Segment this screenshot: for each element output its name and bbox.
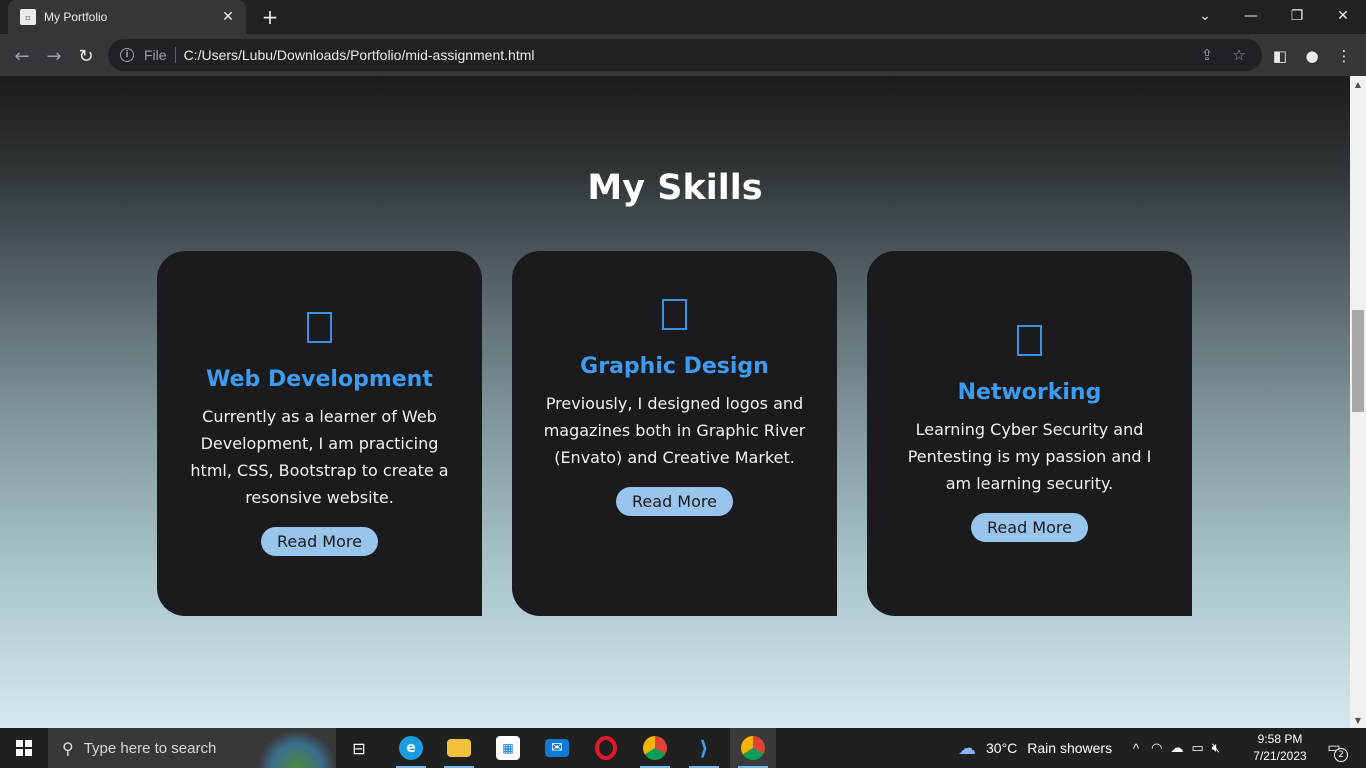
vscode-icon[interactable]: ⟩ <box>681 728 727 768</box>
forward-icon[interactable]: → <box>40 42 68 70</box>
tab-title: My Portfolio <box>44 10 108 24</box>
site-info-icon[interactable]: i <box>120 48 134 62</box>
tab-search-icon[interactable]: ⌄ <box>1182 0 1228 32</box>
notification-center-icon[interactable]: ▭ 2 <box>1322 737 1348 762</box>
edge-icon[interactable]: e <box>388 728 434 768</box>
search-highlight-image <box>258 730 336 768</box>
reload-icon[interactable]: ↻ <box>72 42 100 70</box>
browser-toolbar: ← → ↻ i File C:/Users/Lubu/Downloads/Por… <box>0 34 1366 76</box>
minimize-icon[interactable]: — <box>1228 0 1274 32</box>
taskbar-search-box[interactable]: ⚲ Type here to search <box>48 728 336 768</box>
search-placeholder: Type here to search <box>83 739 217 757</box>
share-icon[interactable]: ⇪ <box>1198 46 1216 64</box>
chrome-icon[interactable] <box>730 728 776 768</box>
chrome-profile-icon[interactable] <box>632 728 678 768</box>
wifi-icon[interactable]: ◠ <box>1151 740 1162 756</box>
skill-card-networking: Networking Learning Cyber Security and P… <box>867 251 1192 616</box>
tab-strip: ▫ My Portfolio ✕ + ⌄ — ❐ ✕ <box>0 0 1366 34</box>
profile-icon[interactable]: ● <box>1302 46 1322 66</box>
restore-icon[interactable]: ❐ <box>1274 0 1320 32</box>
scroll-up-icon[interactable]: ▲ <box>1350 76 1366 92</box>
battery-icon[interactable]: ▭ <box>1191 740 1203 756</box>
scroll-down-icon[interactable]: ▼ <box>1350 712 1366 728</box>
page-favicon-icon: ▫ <box>20 9 36 25</box>
page-scrollbar[interactable]: ▲ ▼ <box>1350 76 1366 728</box>
url-text[interactable]: C:/Users/Lubu/Downloads/Portfolio/mid-as… <box>184 47 535 63</box>
onedrive-icon[interactable]: ☁ <box>1170 740 1183 756</box>
url-separator <box>174 47 176 63</box>
side-panel-icon[interactable]: ◧ <box>1270 46 1290 66</box>
notification-count-badge: 2 <box>1334 748 1348 762</box>
skill-card-text: Learning Cyber Security and Pentesting i… <box>907 420 1152 493</box>
weather-cloud-icon: ☁ <box>958 737 976 758</box>
microsoft-store-icon[interactable]: ▦ <box>485 728 531 768</box>
missing-glyph-icon <box>1017 325 1042 356</box>
skill-card-text: Currently as a learner of Web Developmen… <box>190 406 449 507</box>
volume-muted-icon[interactable]: 🔇︎ <box>1212 740 1220 756</box>
address-bar[interactable]: i File C:/Users/Lubu/Downloads/Portfolio… <box>108 39 1262 71</box>
skill-card-title: Web Development <box>206 366 433 392</box>
bookmark-star-icon[interactable]: ☆ <box>1230 46 1248 64</box>
file-explorer-icon[interactable] <box>436 728 482 768</box>
search-icon: ⚲ <box>62 738 74 758</box>
missing-glyph-icon <box>307 311 332 343</box>
task-view-icon[interactable]: ⊟ <box>336 728 382 768</box>
weather-text: Rain showers <box>1027 740 1113 756</box>
windows-taskbar: ⚲ Type here to search ⊟ e ▦ ✉ ⟩ ☁ 30°C R… <box>0 728 1366 768</box>
menu-kebab-icon[interactable]: ⋮ <box>1334 46 1354 66</box>
clock-time: 9:58 PM <box>1257 732 1303 746</box>
skill-card-web-development: Web Development Currently as a learner o… <box>157 251 482 616</box>
clock-date: 7/21/2023 <box>1253 749 1307 763</box>
show-hidden-icons-icon[interactable]: ^ <box>1133 741 1139 756</box>
scrollbar-thumb[interactable] <box>1352 310 1364 412</box>
new-tab-button[interactable]: + <box>258 6 282 28</box>
read-more-button[interactable]: Read More <box>616 487 733 516</box>
url-scheme-label: File <box>144 47 167 63</box>
opera-icon[interactable] <box>583 728 629 768</box>
skill-card-title: Networking <box>957 380 1102 405</box>
close-window-icon[interactable]: ✕ <box>1320 0 1366 32</box>
missing-glyph-icon <box>662 299 687 330</box>
browser-tab[interactable]: ▫ My Portfolio ✕ <box>8 0 246 34</box>
page-viewport: My Skills Web Development Currently as a… <box>0 76 1350 728</box>
read-more-button[interactable]: Read More <box>261 526 378 556</box>
weather-temp: 30°C <box>986 740 1018 756</box>
mail-icon[interactable]: ✉ <box>534 728 580 768</box>
taskbar-clock[interactable]: 9:58 PM 7/21/2023 <box>1240 731 1320 765</box>
tab-close-icon[interactable]: ✕ <box>220 9 236 25</box>
windows-logo-icon <box>16 740 32 756</box>
back-icon[interactable]: ← <box>8 42 36 70</box>
system-tray: ^ ◠ ☁ ▭ 🔇︎ <box>1133 728 1220 768</box>
weather-widget[interactable]: ☁ 30°C Rain showers <box>958 728 1112 768</box>
skill-card-text: Previously, I designed logos and magazin… <box>543 394 806 467</box>
read-more-button[interactable]: Read More <box>971 513 1088 542</box>
skill-card-title: Graphic Design <box>580 354 769 379</box>
start-button[interactable] <box>0 728 48 768</box>
skill-card-graphic-design: Graphic Design Previously, I designed lo… <box>512 251 837 616</box>
section-title: My Skills <box>587 168 763 208</box>
